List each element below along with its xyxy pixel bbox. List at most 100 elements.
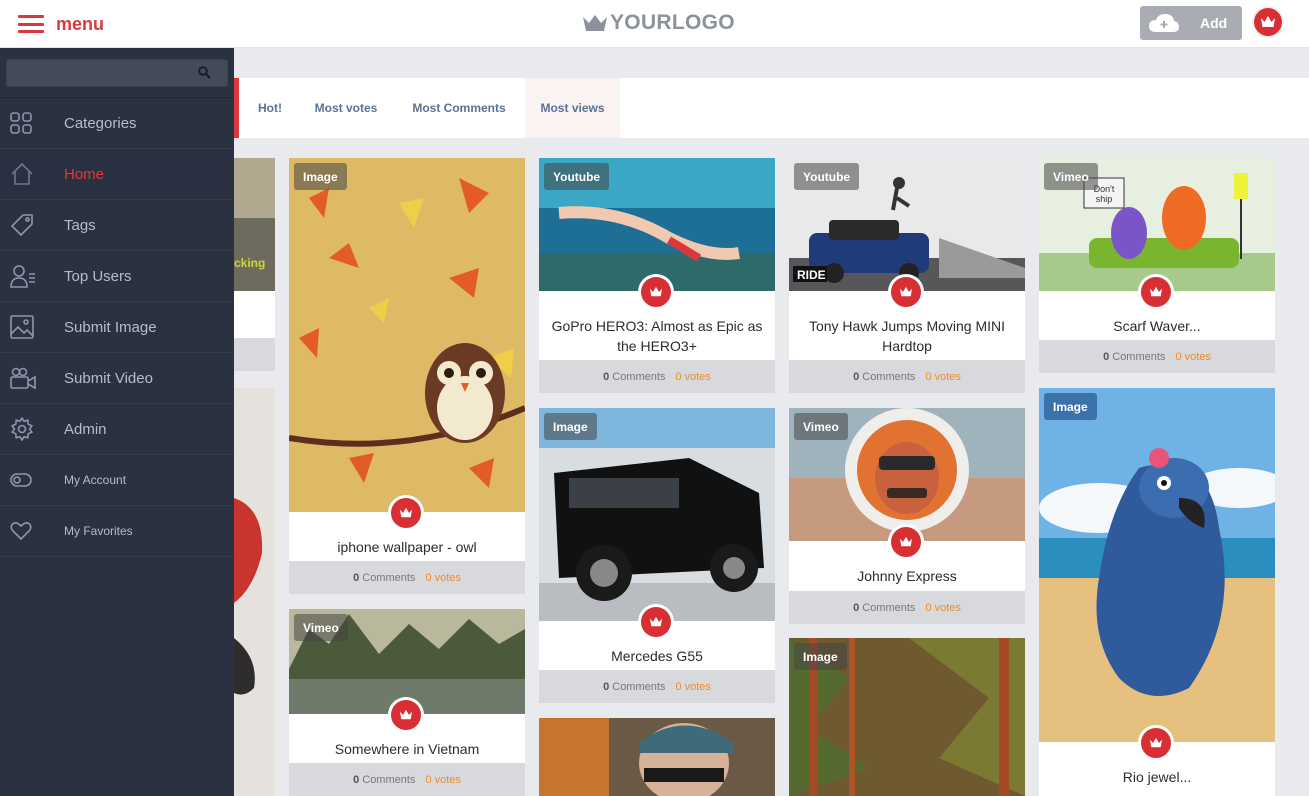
- vote-button[interactable]: [888, 274, 924, 310]
- card-tony-hawk[interactable]: RIDE Youtube Tony Hawk Jumps Moving MINI…: [789, 158, 1025, 393]
- video-camera-icon: [10, 367, 36, 389]
- search-input[interactable]: [7, 60, 227, 86]
- sidebar-item-label: My Favorites: [64, 524, 133, 538]
- vote-button[interactable]: [388, 495, 424, 531]
- card-media: Image: [539, 408, 775, 621]
- site-logo[interactable]: YOURLOGO: [582, 11, 735, 35]
- vote-button[interactable]: [1138, 274, 1174, 310]
- card-title[interactable]: Rio jewel...: [1039, 767, 1275, 787]
- crown-icon: [1261, 16, 1275, 27]
- card-owl-wallpaper[interactable]: Image iphone wallpaper - owl 0 Comments …: [289, 158, 525, 594]
- sidebar-item-submit-image[interactable]: Submit Image: [0, 302, 234, 353]
- vote-button[interactable]: [888, 524, 924, 560]
- card-stats: 0 Comments 0 votes: [539, 670, 775, 703]
- tab-most-views[interactable]: Most views: [525, 78, 620, 138]
- votes-count: 0 votes: [675, 680, 711, 693]
- card-title[interactable]: Somewhere in Vietnam: [289, 739, 525, 759]
- card-stats: 0 Comments 0 votes: [289, 561, 525, 594]
- card-media: Image: [789, 638, 1025, 796]
- card-title[interactable]: GoPro HERO3: Almost as Epic as the HERO3…: [539, 316, 775, 356]
- sidebar-item-my-account[interactable]: My Account: [0, 455, 234, 506]
- sidebar-item-label: Submit Image: [64, 318, 157, 336]
- card-johnny-express[interactable]: Vimeo Johnny Express 0 Comments 0 votes: [789, 408, 1025, 624]
- crown-logo-icon: [583, 15, 607, 31]
- card-stats: 0 Comments 0 votes: [789, 591, 1025, 624]
- heart-icon: [10, 522, 32, 541]
- sidebar-item-my-favorites[interactable]: My Favorites: [0, 506, 234, 557]
- users-icon: [10, 265, 35, 288]
- crown-icon: [1150, 737, 1162, 748]
- card-title[interactable]: Tony Hawk Jumps Moving MINI Hardtop: [789, 316, 1025, 356]
- votes-count: 0 votes: [425, 571, 461, 584]
- cloud-upload-icon: [1149, 14, 1179, 32]
- comments-count: 0 Comments: [853, 601, 916, 614]
- crown-icon: [900, 536, 912, 547]
- comments-count: 0 Comments: [853, 370, 916, 383]
- card-thumbnail: [234, 388, 275, 796]
- votes-count: 0 votes: [675, 370, 711, 383]
- crown-icon: [900, 286, 912, 297]
- partial-card[interactable]: cking: [234, 158, 275, 371]
- card-thumbnail: [234, 158, 275, 291]
- comments-count: 0 Comments: [353, 571, 416, 584]
- card-forest[interactable]: Image: [789, 638, 1025, 796]
- card-title[interactable]: Mercedes G55: [539, 646, 775, 666]
- sidebar-item-categories[interactable]: Categories: [0, 98, 234, 149]
- media-type-badge: Vimeo: [794, 413, 848, 440]
- card-rio-jewel[interactable]: Image Rio jewel...: [1039, 388, 1275, 796]
- add-button[interactable]: Add: [1140, 6, 1242, 40]
- partial-card-text: cking: [234, 256, 266, 270]
- sidebar-item-label: Admin: [64, 420, 107, 438]
- thumbnail-overlay-text: RIDE: [797, 268, 826, 282]
- card-title[interactable]: iphone wallpaper - owl: [289, 537, 525, 557]
- card-stats: 0 Comments 0 votes: [1039, 340, 1275, 373]
- sidebar-item-label: Tags: [64, 216, 96, 234]
- add-button-label: Add: [1200, 15, 1228, 31]
- sidebar-item-admin[interactable]: Admin: [0, 404, 234, 455]
- sidebar-item-label: Submit Video: [64, 369, 153, 387]
- card-gopro[interactable]: Youtube GoPro HERO3: Almost as Epic as t…: [539, 158, 775, 393]
- comments-count: 0 Comments: [603, 680, 666, 693]
- sidebar-item-label: My Account: [64, 473, 127, 487]
- tab-hot[interactable]: Hot!: [248, 78, 292, 138]
- card-title[interactable]: Scarf Waver...: [1039, 316, 1275, 336]
- media-type-badge: Youtube: [794, 163, 860, 190]
- tab-most-comments[interactable]: Most Comments: [404, 78, 514, 138]
- media-type-badge: Image: [794, 643, 847, 670]
- vote-button[interactable]: [388, 697, 424, 733]
- search-box: [6, 59, 228, 87]
- media-type-badge: Image: [544, 413, 597, 440]
- user-avatar[interactable]: [1252, 6, 1284, 38]
- crown-icon: [650, 616, 662, 627]
- card-mercedes[interactable]: Image Mercedes G55 0 Comments 0 votes: [539, 408, 775, 703]
- vote-button[interactable]: [638, 604, 674, 640]
- vote-button[interactable]: [638, 274, 674, 310]
- sidebar-item-tags[interactable]: Tags: [0, 200, 234, 251]
- card-thumbnail: [1039, 388, 1275, 742]
- sidebar-item-top-users[interactable]: Top Users: [0, 251, 234, 302]
- card-vietnam[interactable]: Vimeo Somewhere in Vietnam 0 Comments 0 …: [289, 609, 525, 796]
- logo-text: YOURLOGO: [610, 11, 735, 34]
- card-media: Image: [289, 158, 525, 512]
- menu-button[interactable]: menu: [18, 10, 104, 38]
- card-media: Vimeo: [789, 408, 1025, 541]
- menu-label: menu: [56, 13, 105, 34]
- tab-most-votes[interactable]: Most votes: [308, 78, 384, 138]
- search-icon[interactable]: [198, 66, 211, 79]
- vote-button[interactable]: [1138, 725, 1174, 761]
- partial-card[interactable]: [234, 388, 275, 796]
- card-scarf-waver[interactable]: Don't ship Vimeo Scarf Waver... 0 Commen…: [1039, 158, 1275, 373]
- sidebar-item-submit-video[interactable]: Submit Video: [0, 353, 234, 404]
- media-type-badge: Image: [1044, 393, 1097, 420]
- card-media: Youtube: [539, 158, 775, 291]
- card-title[interactable]: Johnny Express: [789, 566, 1025, 586]
- card-thumbnail: [539, 718, 775, 796]
- card-partial-bottom[interactable]: [539, 718, 775, 796]
- media-type-badge: Youtube: [544, 163, 610, 190]
- sidebar-item-home[interactable]: Home: [0, 149, 234, 200]
- tabs-accent-bar: [234, 78, 239, 138]
- hamburger-icon: [18, 15, 44, 33]
- card-thumbnail: [289, 158, 525, 512]
- media-type-badge: Vimeo: [294, 614, 348, 641]
- card-stats: [234, 338, 275, 371]
